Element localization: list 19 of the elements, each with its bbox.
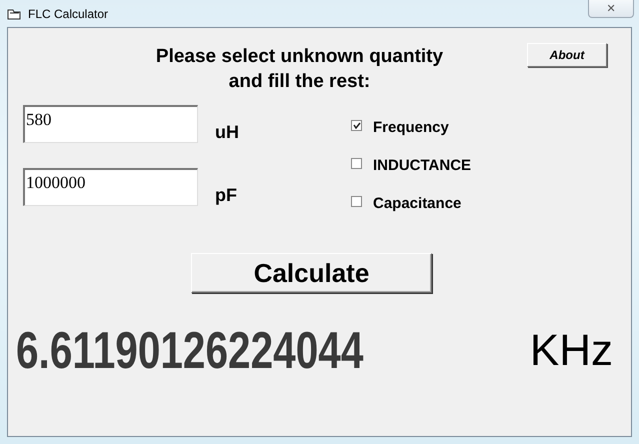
option-label: INDUCTANCE bbox=[373, 157, 472, 174]
calculate-button[interactable]: Calculate bbox=[191, 253, 432, 293]
window-title: FLC Calculator bbox=[28, 6, 108, 20]
window-icon bbox=[7, 8, 21, 20]
checkbox[interactable] bbox=[351, 158, 362, 169]
unit-label: uH bbox=[215, 122, 239, 143]
instruction-text: and fill the rest: bbox=[228, 70, 370, 94]
close-button[interactable]: ✕ bbox=[588, 0, 634, 18]
result-value: 6.61190126224044 bbox=[16, 321, 364, 381]
input-field[interactable]: 1000000 bbox=[23, 168, 198, 206]
unit-label: pF bbox=[215, 185, 237, 206]
checkbox[interactable] bbox=[351, 196, 362, 207]
option-label: Capacitance bbox=[373, 195, 462, 212]
result-unit: KHz bbox=[530, 326, 613, 376]
input-field[interactable]: 580 bbox=[23, 105, 198, 143]
option-label: Frequency bbox=[373, 119, 449, 136]
about-button[interactable]: About bbox=[527, 43, 607, 67]
checkbox[interactable] bbox=[351, 120, 362, 131]
instruction-text: Please select unknown quantity bbox=[156, 45, 444, 69]
